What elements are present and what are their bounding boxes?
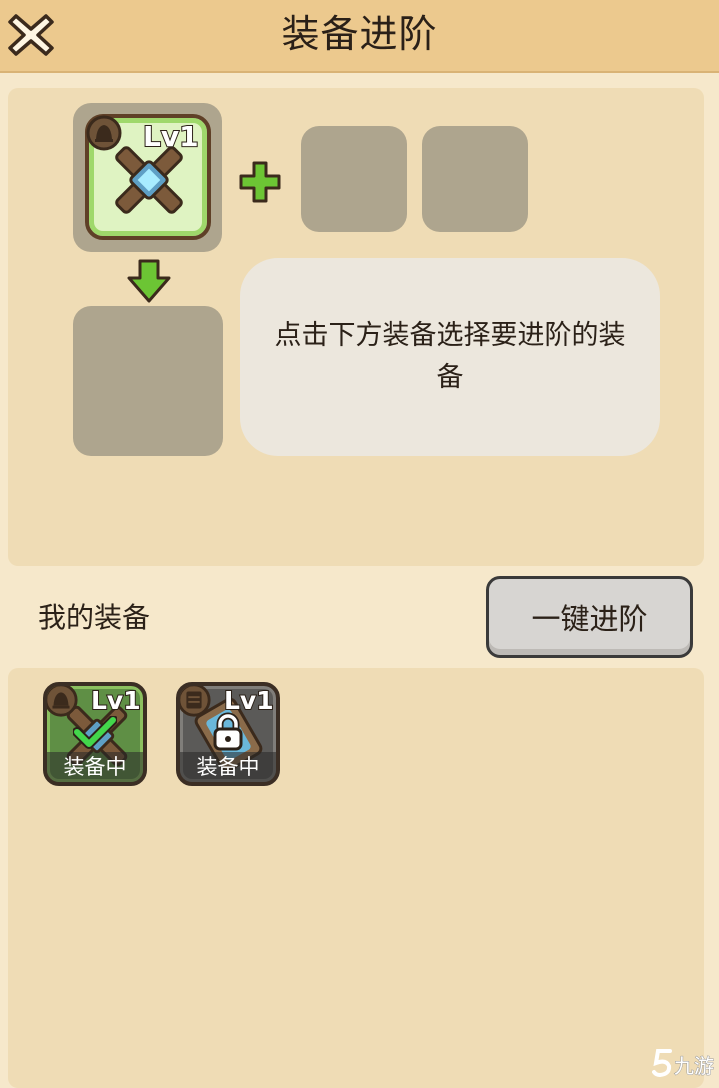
material-slot-1[interactable] — [301, 126, 407, 232]
lock-icon — [213, 712, 243, 751]
tip-text: 点击下方装备选择要进阶的装备 — [274, 320, 626, 393]
book-icon — [180, 686, 211, 717]
result-slot — [73, 306, 223, 456]
main-item-level: Lv1 — [142, 119, 200, 154]
item-level: Lv1 — [90, 686, 142, 716]
arrow-down-icon — [127, 259, 171, 303]
inventory-item-2[interactable]: Lv1 装备中 — [176, 682, 280, 786]
main-equipment-slot[interactable]: Lv1 — [85, 114, 211, 240]
watermark-logo — [652, 1049, 672, 1078]
header-bar: 装备进阶 — [0, 0, 719, 73]
item-status: 装备中 — [47, 752, 143, 782]
page-title: 装备进阶 — [281, 12, 438, 56]
watermark-text: 九游 — [674, 1054, 715, 1079]
inventory-item-1[interactable]: Lv1 装备中 — [43, 682, 147, 786]
one-key-upgrade-button[interactable]: 一键进阶 — [486, 576, 693, 658]
tip-bubble: 点击下方装备选择要进阶的装备 — [240, 258, 660, 456]
checkmark-icon — [73, 716, 117, 749]
my-equipment-label: 我的装备 — [38, 601, 151, 634]
bell-icon — [47, 686, 78, 717]
item-status: 装备中 — [180, 752, 276, 782]
item-level: Lv1 — [223, 686, 275, 716]
bell-icon — [86, 115, 122, 151]
material-slot-2[interactable] — [422, 126, 528, 232]
plus-icon — [239, 161, 281, 203]
watermark: 九游 — [652, 1046, 718, 1080]
